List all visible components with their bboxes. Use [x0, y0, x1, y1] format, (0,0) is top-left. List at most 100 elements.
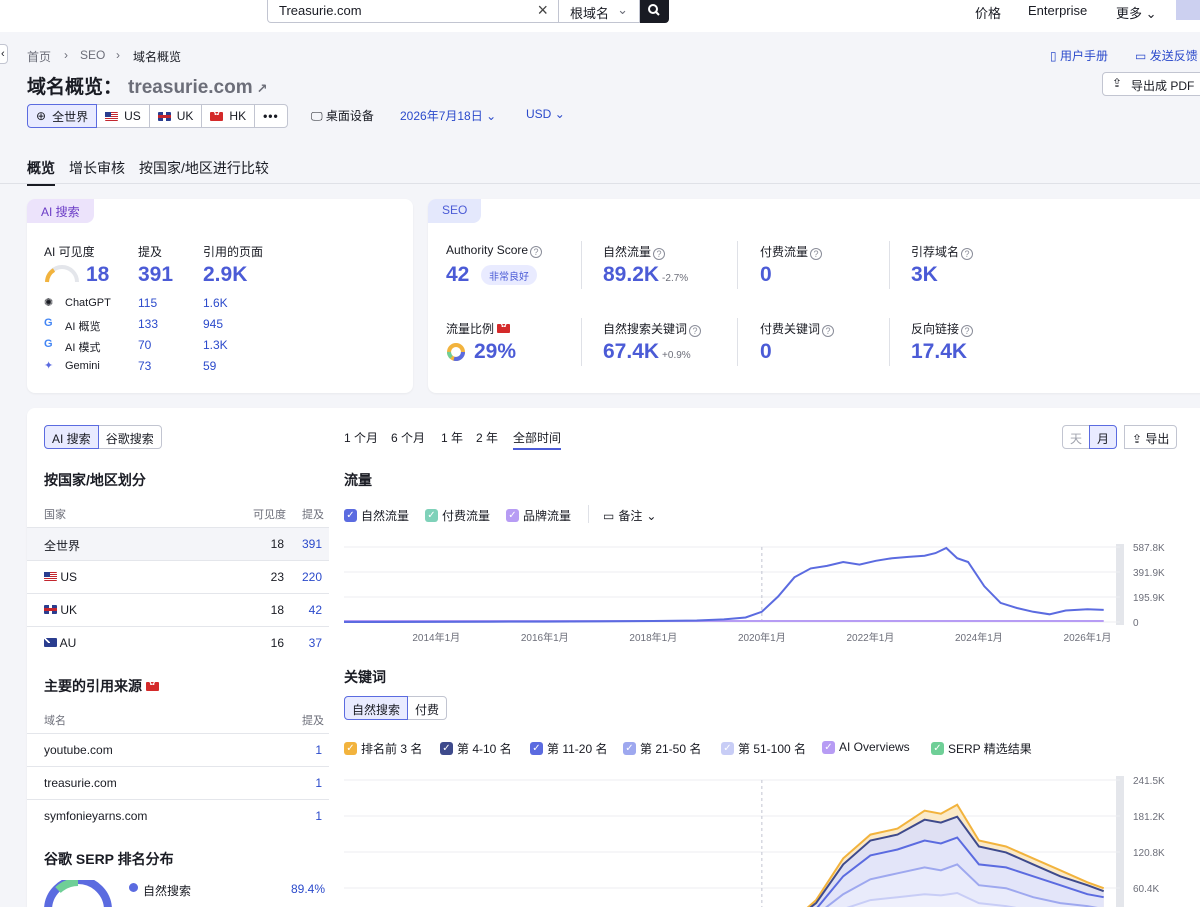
table-row[interactable]: youtube.com 1	[27, 733, 329, 766]
country-mentions[interactable]: 42	[309, 603, 322, 617]
info-icon[interactable]: ?	[961, 325, 974, 337]
toggle-paid[interactable]: 付费	[407, 696, 448, 720]
legend-ai-overviews[interactable]: ✓ AI Overviews	[822, 740, 910, 754]
legend-top3[interactable]: ✓ 排名前 3 名	[344, 740, 422, 757]
feedback-link[interactable]: ▭ 发送反馈	[1135, 47, 1198, 64]
ai-source-mentions[interactable]: 73	[138, 359, 151, 373]
ai-source-pages[interactable]: 945	[203, 317, 223, 331]
ai-source-pages[interactable]: 59	[203, 359, 216, 373]
granularity-day[interactable]: 天	[1062, 425, 1091, 449]
region-uk[interactable]: UK	[148, 104, 203, 128]
device-select[interactable]: 🖵 桌面设备	[311, 107, 374, 124]
period-1y[interactable]: 1 年	[441, 429, 463, 446]
info-icon[interactable]: ?	[822, 325, 835, 337]
currency-select[interactable]: USD ⌄	[526, 107, 565, 121]
country-mentions[interactable]: 37	[309, 636, 322, 650]
table-row[interactable]: treasurie.com 1	[27, 766, 329, 799]
chart-export-button[interactable]: ⇪ 导出	[1124, 425, 1178, 449]
toggle-ai-search[interactable]: AI 搜索	[44, 425, 99, 449]
country-mentions[interactable]: 391	[302, 537, 322, 551]
nav-more[interactable]: 更多 ⌄	[1116, 3, 1157, 22]
legend-organic-traffic[interactable]: ✓ 自然流量	[344, 507, 409, 524]
notes-dropdown[interactable]: ▭ 备注 ⌄	[603, 507, 656, 524]
ai-visibility-value: 18	[86, 263, 110, 286]
ai-source-pages[interactable]: 1.3K	[203, 338, 228, 352]
period-1m[interactable]: 1 个月	[344, 429, 378, 446]
region-us[interactable]: US	[96, 104, 150, 128]
legend-paid-traffic[interactable]: ✓ 付费流量	[425, 507, 490, 524]
granularity-month[interactable]: 月	[1089, 425, 1118, 449]
search-value[interactable]: Treasurie.com	[279, 3, 362, 18]
table-row[interactable]: 全世界 18 391	[27, 527, 329, 560]
paid-traffic-value[interactable]: 0	[760, 263, 772, 287]
period-all-time[interactable]: 全部时间	[513, 429, 562, 450]
paid-keywords-text: 付费关键词	[760, 322, 821, 336]
table-row[interactable]: symfonieyarns.com 1	[27, 799, 329, 832]
source-domain[interactable]: symfonieyarns.com	[44, 809, 147, 823]
date-select[interactable]: 2026年7月18日 ⌄	[400, 107, 496, 124]
source-mentions[interactable]: 1	[315, 809, 322, 823]
ai-source-mentions[interactable]: 115	[138, 296, 157, 310]
tab-overview[interactable]: 概览	[27, 158, 55, 186]
table-row[interactable]: UK 18 42	[27, 593, 329, 626]
tab-compare-countries[interactable]: 按国家/地区进行比较	[139, 158, 269, 186]
traffic-chart[interactable]: 0 195.9K 391.9K 587.8K 2014年1月 2016年1月 2018年1月…	[344, 540, 1200, 650]
search-button[interactable]	[640, 0, 669, 23]
organic-traffic-value[interactable]: 89.2K -2.7%	[603, 263, 688, 287]
source-mentions[interactable]: 1	[315, 743, 322, 757]
region-hk[interactable]: HK	[201, 104, 256, 128]
ai-source-mentions[interactable]: 133	[138, 317, 158, 331]
country-mentions[interactable]: 220	[302, 570, 322, 584]
source-domain[interactable]: youtube.com	[44, 743, 113, 757]
more-regions-button[interactable]: •••	[254, 104, 288, 128]
ai-source-mentions[interactable]: 70	[138, 338, 151, 352]
legend-11-20[interactable]: ✓ 第 11-20 名	[530, 740, 607, 757]
ai-source-pages[interactable]: 1.6K	[203, 296, 228, 310]
breadcrumb-home[interactable]: 首页	[27, 48, 51, 65]
nav-enterprise[interactable]: Enterprise	[1028, 3, 1087, 18]
keywords-toggle: 自然搜索 付费	[344, 696, 448, 720]
y-tick-label: 195.9K	[1133, 593, 1165, 604]
clear-icon[interactable]: ×	[537, 0, 548, 21]
region-worldwide[interactable]: ⊕ 全世界	[27, 104, 98, 128]
toggle-organic[interactable]: 自然搜索	[344, 696, 409, 720]
page-title-domain[interactable]: treasurie.com	[128, 77, 253, 98]
organic-keywords-value[interactable]: 67.4K +0.9%	[603, 340, 691, 364]
domain-search-input[interactable]: Treasurie.com ×	[267, 0, 559, 23]
info-icon[interactable]: ?	[810, 248, 823, 260]
export-pdf-button[interactable]: ⇪ 导出成 PDF	[1102, 72, 1200, 96]
account-area[interactable]	[1176, 0, 1200, 20]
info-icon[interactable]: ?	[653, 248, 666, 260]
cited-pages-value[interactable]: 2.9K	[203, 263, 247, 287]
breadcrumb-seo[interactable]: SEO	[80, 48, 105, 62]
user-manual-link[interactable]: ▯ 用户手册	[1050, 47, 1108, 64]
legend-4-10[interactable]: ✓ 第 4-10 名	[440, 740, 512, 757]
authority-score-text: Authority Score	[446, 243, 529, 257]
ref-domains-value[interactable]: 3K	[911, 263, 938, 287]
source-mentions[interactable]: 1	[315, 776, 322, 790]
mentions-value[interactable]: 391	[138, 263, 173, 287]
info-icon[interactable]: ?	[689, 325, 702, 337]
external-link-icon[interactable]: ↗	[257, 81, 268, 96]
legend-21-50[interactable]: ✓ 第 21-50 名	[623, 740, 701, 757]
legend-51-100[interactable]: ✓ 第 51-100 名	[721, 740, 806, 757]
collapse-sidebar-icon[interactable]: ‹	[0, 44, 8, 64]
info-icon[interactable]: ?	[530, 246, 543, 258]
info-icon[interactable]: ?	[961, 248, 974, 260]
table-row[interactable]: AU 16 37	[27, 626, 329, 659]
backlinks-value[interactable]: 17.4K	[911, 340, 967, 364]
authority-score-value[interactable]: 42	[446, 263, 469, 287]
tab-growth-audit[interactable]: 增长审核	[69, 158, 125, 186]
source-domain[interactable]: treasurie.com	[44, 776, 117, 790]
nav-pricing[interactable]: 价格	[975, 3, 1001, 22]
paid-keywords-value[interactable]: 0	[760, 340, 772, 364]
period-6m[interactable]: 6 个月	[391, 429, 425, 446]
toggle-google-search[interactable]: 谷歌搜索	[97, 425, 162, 449]
legend-brand-traffic[interactable]: ✓ 品牌流量	[506, 507, 571, 524]
table-row[interactable]: US 23 220	[27, 560, 329, 593]
legend-serp-features[interactable]: ✓ SERP 精选结果	[931, 740, 1032, 757]
root-domain-select[interactable]: 根域名 ⌄	[559, 0, 640, 23]
period-2y[interactable]: 2 年	[476, 429, 498, 446]
region-label: 全世界	[52, 109, 89, 124]
keywords-chart[interactable]: 60.4K 120.8K 181.2K 241.5K	[344, 772, 1200, 907]
